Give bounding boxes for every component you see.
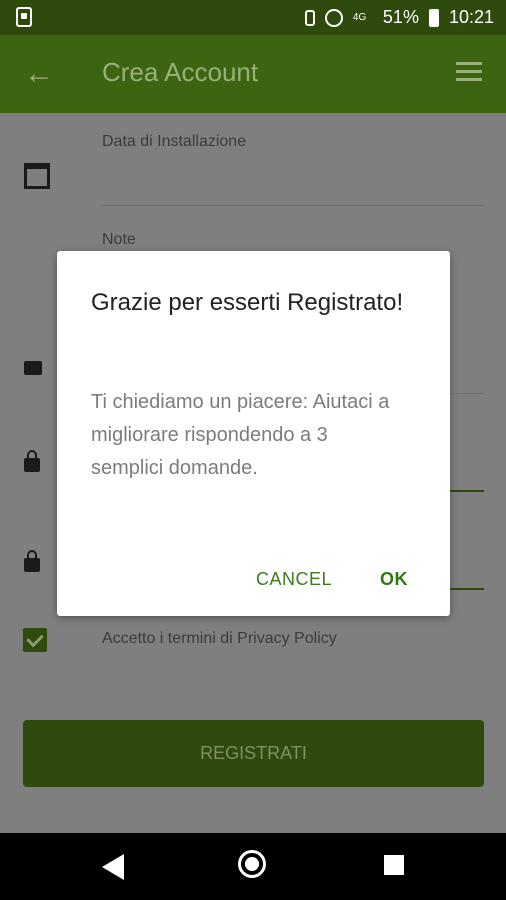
vibrate-icon bbox=[304, 9, 315, 26]
nav-home-icon[interactable] bbox=[238, 850, 266, 878]
notes-label: Note bbox=[102, 231, 136, 248]
dialog-cancel-button[interactable]: CANCEL bbox=[256, 569, 332, 590]
dialog-ok-button[interactable]: OK bbox=[380, 569, 408, 590]
alarm-icon bbox=[324, 8, 343, 27]
app-bar: ← Crea Account bbox=[0, 35, 506, 113]
installation-date-label: Data di Installazione bbox=[102, 133, 247, 150]
status-right: 4G 51% 10:21 bbox=[304, 0, 494, 35]
thank-you-dialog: Grazie per esserti Registrato! Ti chiedi… bbox=[57, 251, 450, 616]
nav-back-icon[interactable] bbox=[102, 854, 124, 880]
privacy-policy-label: Accetto i termini di Privacy Policy bbox=[102, 630, 337, 647]
calendar-icon bbox=[24, 163, 50, 189]
system-nav-bar bbox=[0, 833, 506, 900]
nav-recents-icon[interactable] bbox=[384, 855, 404, 875]
status-bar: 4G 51% 10:21 bbox=[0, 0, 506, 35]
phone-icon bbox=[16, 7, 32, 27]
installation-date-divider bbox=[102, 205, 484, 206]
battery-percent: 51% bbox=[382, 7, 419, 27]
lock-icon bbox=[24, 450, 40, 472]
dialog-message: Ti chiediamo un piacere: Aiutaci a migli… bbox=[91, 391, 390, 479]
menu-icon[interactable] bbox=[456, 62, 482, 82]
privacy-checkbox[interactable] bbox=[23, 628, 47, 652]
back-arrow-icon[interactable]: ← bbox=[24, 58, 56, 90]
page-title: Crea Account bbox=[102, 57, 259, 87]
battery-icon bbox=[428, 8, 439, 27]
notes-icon bbox=[24, 361, 42, 375]
dialog-actions: CANCEL OK bbox=[256, 569, 408, 590]
dialog-title: Grazie per esserti Registrato! bbox=[91, 289, 404, 316]
clock: 10:21 bbox=[448, 7, 494, 27]
lock-icon-confirm bbox=[24, 550, 40, 572]
signal-icon: 4G bbox=[352, 11, 367, 23]
register-button[interactable]: REGISTRATI bbox=[23, 720, 484, 787]
